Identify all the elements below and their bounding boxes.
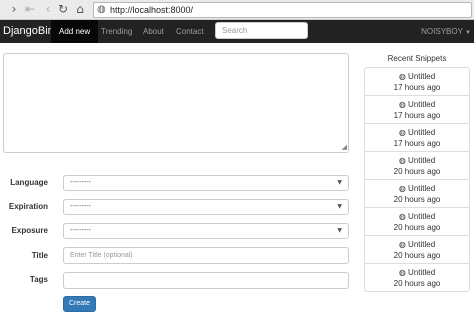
globe-icon: ◍: [398, 212, 406, 221]
user-name: NOISYBOY: [421, 27, 463, 36]
snippet-title[interactable]: Untitled: [408, 240, 435, 249]
snippet-title[interactable]: Untitled: [408, 128, 435, 137]
caret-down-icon: ▼: [337, 203, 342, 210]
snippet-item[interactable]: ◍ Untitled 20 hours ago: [364, 235, 470, 264]
top-navbar: DjangoBin Add new Trending About Contact…: [0, 20, 474, 43]
globe-icon: ◍: [398, 100, 406, 109]
globe-icon: ◍: [97, 4, 106, 15]
globe-icon: ◍: [398, 240, 406, 249]
globe-icon: ◍: [398, 184, 406, 193]
tags-input[interactable]: [63, 272, 349, 289]
language-select[interactable]: --------- ▼: [63, 175, 349, 191]
nav-add-new[interactable]: Add new: [51, 20, 99, 43]
snippet-title[interactable]: Untitled: [408, 156, 435, 165]
title-input[interactable]: Enter Title (optional): [63, 247, 349, 264]
nav-trending[interactable]: Trending: [101, 20, 132, 43]
snippet-item[interactable]: ◍ Untitled 17 hours ago: [364, 95, 470, 124]
snippet-title[interactable]: Untitled: [408, 184, 435, 193]
snippet-time: 20 hours ago: [393, 167, 441, 176]
snippet-item[interactable]: ◍ Untitled 20 hours ago: [364, 179, 470, 208]
browser-toolbar: › ⇤ ‹ ↻ ⌂ ◍ http://localhost:8000/: [0, 0, 474, 20]
snippet-time: 20 hours ago: [393, 279, 441, 288]
address-bar[interactable]: ◍ http://localhost:8000/: [93, 2, 472, 18]
forward-icon[interactable]: ›: [6, 1, 22, 18]
expiration-label: Expiration: [8, 202, 48, 211]
address-url[interactable]: http://localhost:8000/: [110, 3, 193, 17]
globe-icon: ◍: [398, 128, 406, 137]
snippet-list: ◍ Untitled 17 hours ago ◍ Untitled 17 hour…: [364, 67, 470, 292]
code-textarea[interactable]: ◢: [3, 53, 349, 153]
caret-down-icon: ▼: [337, 179, 342, 186]
caret-down-icon: ▼: [337, 227, 342, 234]
snippet-time: 17 hours ago: [393, 139, 441, 148]
snippet-time: 20 hours ago: [393, 251, 441, 260]
first-page-icon[interactable]: ⇤: [22, 1, 38, 18]
nav-contact[interactable]: Contact: [176, 20, 204, 43]
tags-label: Tags: [29, 275, 48, 284]
language-value: ---------: [70, 179, 91, 186]
expiration-select[interactable]: --------- ▼: [63, 199, 349, 215]
snippet-item[interactable]: ◍ Untitled 20 hours ago: [364, 207, 470, 236]
snippet-title[interactable]: Untitled: [408, 72, 435, 81]
home-icon[interactable]: ⌂: [72, 1, 88, 18]
expiration-value: ---------: [70, 203, 91, 210]
snippet-item[interactable]: ◍ Untitled 17 hours ago: [364, 67, 470, 96]
exposure-value: ---------: [70, 227, 91, 234]
brand-link[interactable]: DjangoBin: [3, 20, 54, 43]
globe-icon: ◍: [398, 72, 406, 81]
recent-snippets-heading: Recent Snippets: [387, 54, 447, 63]
snippet-title[interactable]: Untitled: [408, 100, 435, 109]
snippet-time: 20 hours ago: [393, 195, 441, 204]
back-icon[interactable]: ‹: [40, 1, 56, 18]
globe-icon: ◍: [398, 156, 406, 165]
exposure-label: Exposure: [11, 226, 48, 235]
nav-about[interactable]: About: [143, 20, 164, 43]
globe-icon: ◍: [398, 268, 406, 277]
snippet-time: 17 hours ago: [393, 83, 441, 92]
search-input[interactable]: Search: [215, 22, 308, 39]
create-button[interactable]: Create: [63, 296, 96, 312]
snippet-item[interactable]: ◍ Untitled 17 hours ago: [364, 123, 470, 152]
resize-grip-icon[interactable]: ◢: [342, 144, 347, 151]
title-label: Title: [31, 251, 48, 260]
snippet-item[interactable]: ◍ Untitled 20 hours ago: [364, 263, 470, 292]
snippet-title[interactable]: Untitled: [408, 268, 435, 277]
snippet-title[interactable]: Untitled: [408, 212, 435, 221]
snippet-time: 20 hours ago: [393, 223, 441, 232]
reload-icon[interactable]: ↻: [55, 1, 71, 18]
snippet-item[interactable]: ◍ Untitled 20 hours ago: [364, 151, 470, 180]
language-label: Language: [10, 178, 48, 187]
snippet-time: 17 hours ago: [393, 111, 441, 120]
user-menu[interactable]: NOISYBOY ▼: [421, 20, 471, 45]
exposure-select[interactable]: --------- ▼: [63, 223, 349, 239]
caret-down-icon: ▼: [465, 30, 471, 36]
